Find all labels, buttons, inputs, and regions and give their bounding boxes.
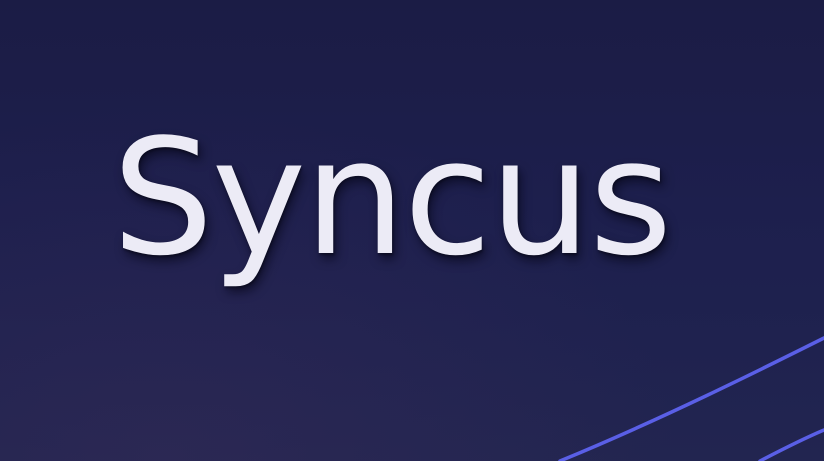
accent-curve-outer bbox=[558, 336, 824, 461]
brand-wordmark: Syncus bbox=[112, 104, 672, 291]
accent-curve-inner bbox=[758, 428, 824, 461]
